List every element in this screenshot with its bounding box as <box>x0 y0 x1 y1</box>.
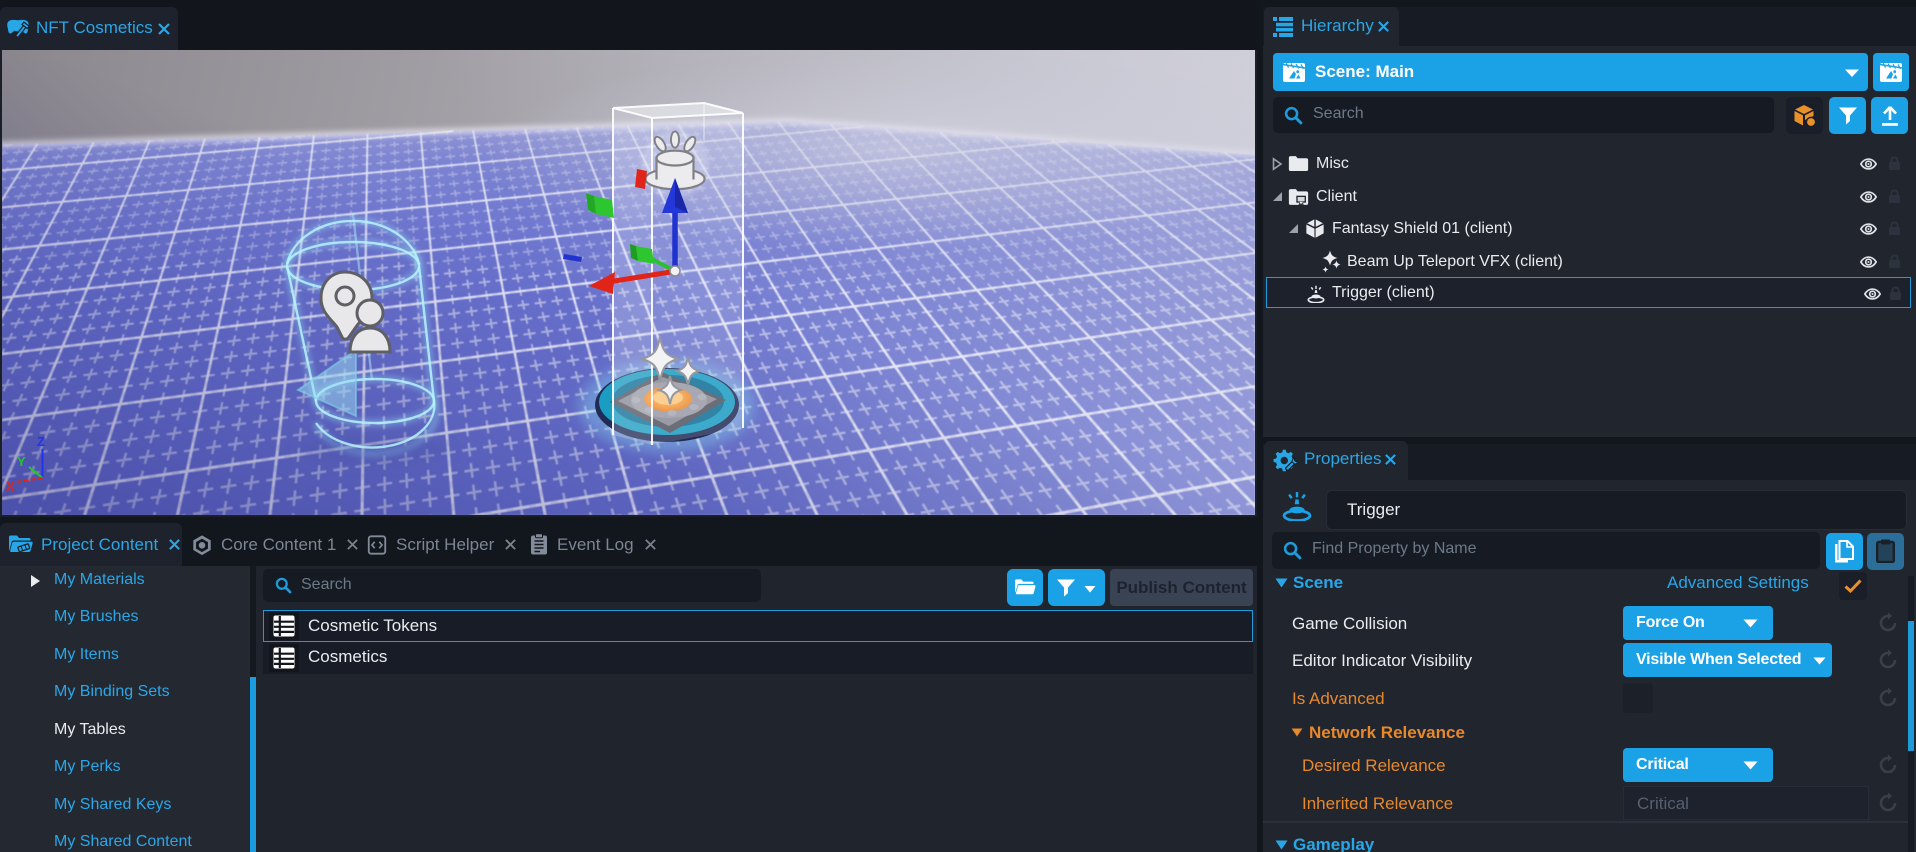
svg-text:Z: Z <box>37 434 45 449</box>
svg-text:Y: Y <box>17 454 26 469</box>
svg-text:X: X <box>6 479 15 494</box>
